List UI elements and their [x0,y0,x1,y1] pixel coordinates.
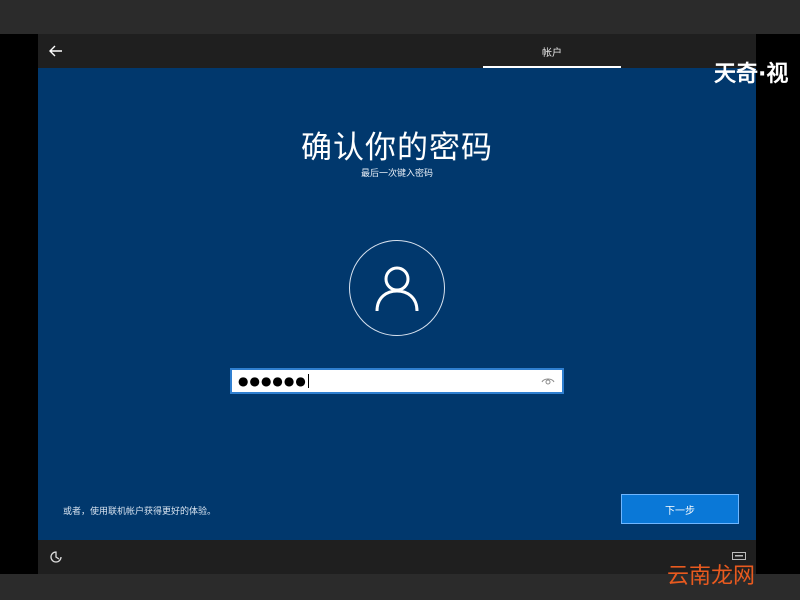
page-title: 确认你的密码 [301,130,493,166]
title-bar: 帐户 [38,34,756,68]
tab-account: 帐户 [542,48,562,59]
back-button[interactable] [44,39,68,63]
password-value: ●●●●●● [238,374,307,388]
password-field[interactable]: ●●●●●● [230,368,564,394]
eye-icon [541,378,555,385]
setup-window: 帐户 确认你的密码 最后一次键入密码 ●●●●●● 或者，使用联机帐户获得更好的… [38,34,756,574]
user-icon [375,266,419,312]
right-black-bar [756,34,800,574]
online-account-link[interactable]: 或者，使用联机帐户获得更好的体验。 [63,504,216,517]
avatar [349,240,445,336]
watermark-bottom-right: 云南龙网 [667,564,756,589]
text-caret [307,374,309,388]
watermark-top-right: 天奇·视 [714,62,789,87]
top-frame [0,0,800,34]
next-button[interactable]: 下一步 [621,494,739,524]
page-subtitle: 最后一次键入密码 [360,169,433,179]
tab-account-underline [483,66,621,68]
reveal-password-button[interactable] [540,374,556,388]
footer-bar [38,540,756,574]
arrow-left-icon [49,45,62,57]
left-black-bar [0,34,38,574]
ease-of-access-icon[interactable] [49,550,63,564]
